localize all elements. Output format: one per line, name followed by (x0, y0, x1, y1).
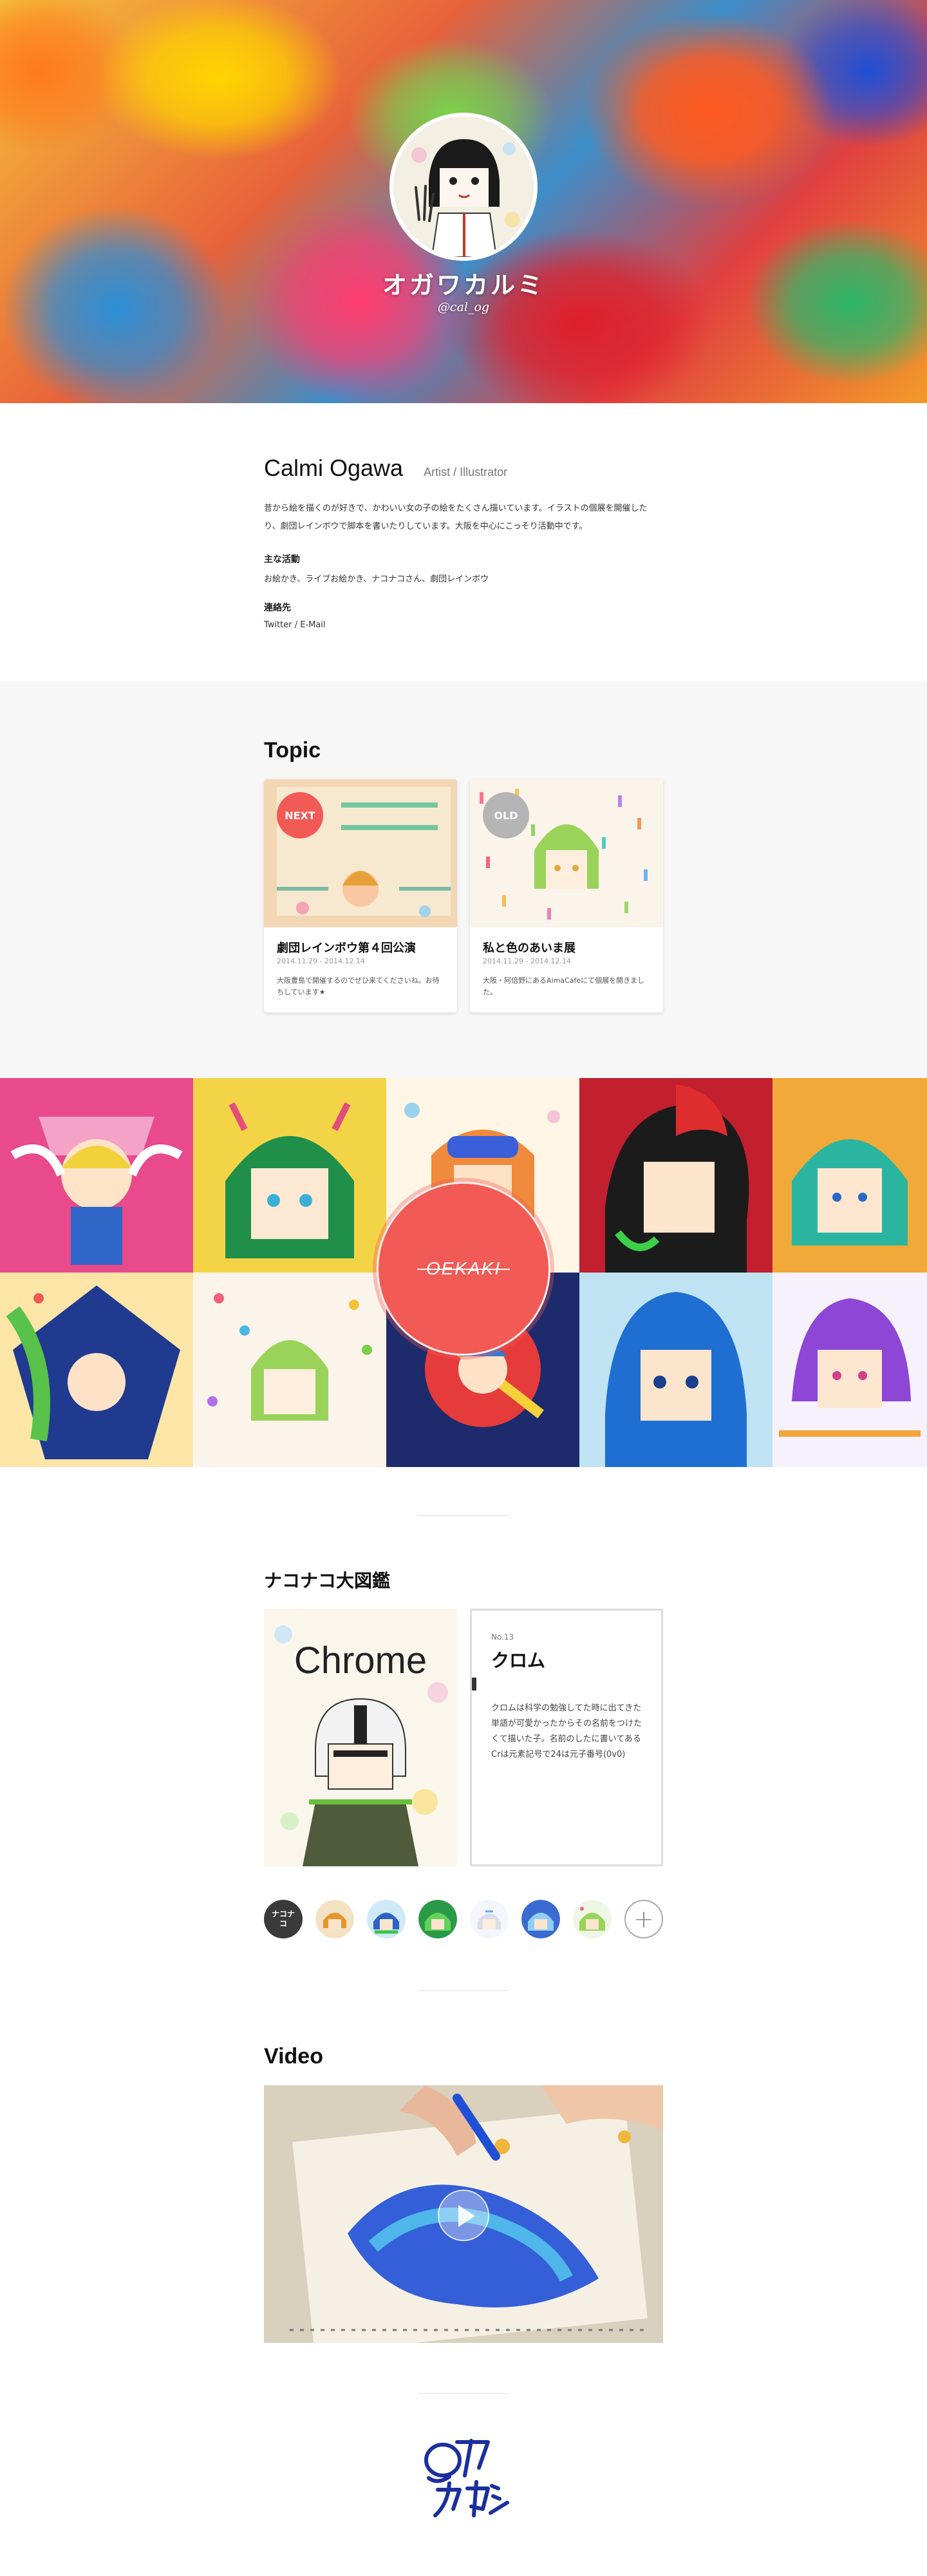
hero-banner: オガワカルミ @cal_og (0, 0, 927, 403)
profile-section: Calmi Ogawa Artist / Illustrator 昔から絵を描く… (264, 455, 663, 630)
zukan-thumb[interactable] (315, 1900, 354, 1938)
play-icon[interactable] (438, 2190, 489, 2241)
section-divider (418, 1990, 509, 1991)
oekaki-strike-line (417, 1269, 510, 1270)
zukan-thumb[interactable] (573, 1900, 612, 1938)
video-title: Video (264, 2044, 323, 2069)
zukan-image-text: Chrome (294, 1640, 427, 1681)
zukan-accent-bar (472, 1678, 476, 1690)
profile-header: Calmi Ogawa Artist / Illustrator (264, 455, 663, 482)
gallery-tile[interactable] (579, 1273, 772, 1467)
thumb-active-label: ナコナコ (272, 1909, 295, 1928)
gallery-tile[interactable] (0, 1078, 193, 1273)
zukan-number: No.13 (491, 1633, 514, 1642)
topic-card-old[interactable]: OLD 私と色のあいま展 2014.11.29 - 2014.12.14 大阪・… (470, 779, 663, 1012)
profile-name: Calmi Ogawa (264, 455, 404, 481)
gallery-tile[interactable] (193, 1273, 386, 1467)
zukan-title: ナコナコ大図鑑 (264, 1570, 391, 1591)
gallery-tile[interactable] (193, 1078, 386, 1273)
gallery-tile[interactable] (0, 1273, 193, 1467)
section-divider (418, 1515, 509, 1516)
section-divider (418, 2393, 509, 2394)
activities-heading: 主な活動 (264, 554, 300, 565)
zukan-character-image: Chrome (264, 1609, 457, 1866)
gallery-tile[interactable] (772, 1273, 927, 1467)
hero-handle: @cal_og (437, 300, 490, 314)
thumb-nakonako-active[interactable]: ナコナコ (264, 1900, 303, 1938)
topic-section-background (0, 681, 927, 1078)
zukan-thumb[interactable] (521, 1900, 560, 1938)
profile-role: Artist / Illustrator (424, 466, 508, 478)
profile-description: 昔から絵を描くのが好きで、かわいい女の子の絵をたくさん描いています。イラストの個… (264, 504, 648, 531)
topic-card-next[interactable]: NEXT 劇団レインボウ第４回公演 2014.11.29 - 2014.12.1… (264, 779, 457, 1012)
next-badge: NEXT (277, 792, 323, 838)
avatar-illustration (393, 117, 534, 257)
gallery-tile[interactable] (772, 1078, 927, 1273)
contact-links[interactable]: Twitter / E-Mail (264, 620, 663, 630)
topic-card-title: 私と色のあいま展 (483, 942, 576, 955)
activities-text: お絵かき、ライブお絵かき、ナコナコさん、劇団レインボウ (264, 574, 489, 584)
zukan-thumb[interactable] (418, 1900, 457, 1938)
topic-card-description: 大阪豊島で開催するのでぜひ来てくださいね。お待ちしています★ (277, 976, 440, 996)
footer-logo[interactable] (412, 2428, 515, 2531)
zukan-thumb[interactable] (470, 1900, 509, 1938)
topic-card-description: 大阪・阿倍野にあるAimaCafeにて個展を開きました。 (483, 976, 645, 996)
zukan-info-panel: No.13 クロム クロムは科学の勉強してた時に出てきた単語が可愛かったからその… (470, 1609, 663, 1866)
topic-card-title: 劇団レインボウ第４回公演 (277, 942, 416, 955)
contact-heading: 連絡先 (264, 603, 291, 613)
gallery-tile[interactable] (579, 1078, 772, 1273)
zukan-description: クロムは科学の勉強してた時に出てきた単語が可愛かったからその名前をつけたくて描い… (491, 1703, 642, 1759)
zukan-thumb[interactable] (367, 1900, 406, 1938)
topic-card-date: 2014.11.29 - 2014.12.14 (277, 957, 365, 965)
old-badge: OLD (483, 792, 529, 838)
add-thumb-button[interactable]: + (624, 1900, 663, 1938)
zukan-thumbnail-list: ナコナコ + (264, 1900, 663, 1940)
zukan-name: クロム (491, 1650, 546, 1671)
plus-icon: + (633, 1905, 654, 1933)
profile-avatar (389, 113, 538, 261)
topic-card-date: 2014.11.29 - 2014.12.14 (483, 957, 571, 965)
video-player[interactable] (264, 2085, 663, 2343)
hero-name: オガワカルミ (382, 271, 545, 299)
topic-title: Topic (264, 738, 321, 762)
